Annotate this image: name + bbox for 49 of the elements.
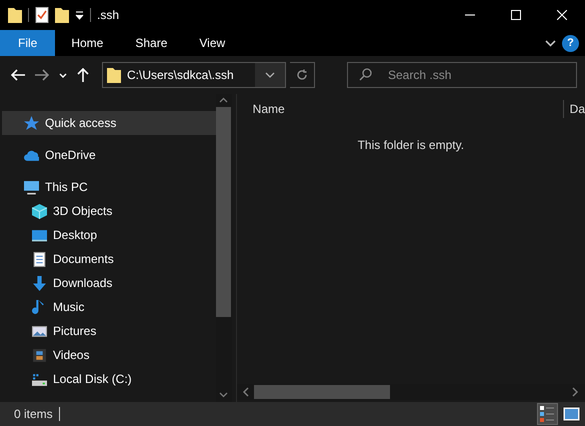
- drive-icon: [32, 372, 47, 386]
- maximize-icon: [511, 10, 521, 20]
- address-path: C:\Users\sdkca\.ssh: [127, 67, 234, 84]
- empty-folder-message: This folder is empty.: [356, 137, 466, 154]
- column-header[interactable]: Da: [562, 100, 585, 118]
- ribbon-tab[interactable]: Share: [119, 30, 184, 56]
- column-header[interactable]: Name: [236, 100, 563, 118]
- item-count: 0 items: [14, 406, 53, 423]
- navigation-item[interactable]: Desktop: [2, 223, 216, 247]
- refresh-icon: [296, 69, 308, 81]
- navigation-item[interactable]: Downloads: [2, 271, 216, 295]
- chevron-icon: [264, 72, 275, 78]
- refresh-button[interactable]: [290, 62, 315, 88]
- back-button[interactable]: [8, 69, 28, 81]
- picture-icon: [32, 324, 47, 338]
- properties-icon[interactable]: [35, 7, 49, 23]
- ribbon-tab[interactable]: View: [183, 30, 242, 56]
- ribbon-tab[interactable]: File: [0, 30, 56, 56]
- folder-icon: [107, 67, 121, 83]
- navigation-item[interactable]: Videos: [2, 343, 216, 367]
- dropdown-icon[interactable]: [75, 10, 84, 20]
- window-title: .ssh: [97, 7, 120, 24]
- new-folder-icon[interactable]: [55, 7, 69, 23]
- details-view-button[interactable]: [537, 403, 558, 425]
- film-icon: [32, 348, 47, 362]
- close-icon: [557, 10, 567, 20]
- navigation-item[interactable]: Music: [2, 295, 216, 319]
- down-arrow-icon: [32, 276, 47, 290]
- navigation-item[interactable]: Documents: [2, 247, 216, 271]
- chevron-icon[interactable]: [545, 40, 556, 46]
- navigation-item[interactable]: Quick access: [2, 111, 216, 135]
- search-field[interactable]: Search .ssh: [347, 62, 577, 88]
- scroll-up-icon[interactable]: [219, 97, 228, 103]
- navigation-item[interactable]: Local Disk (C:): [2, 367, 216, 391]
- cube-icon: [32, 204, 47, 218]
- navigation-item[interactable]: Pictures: [2, 319, 216, 343]
- scroll-down-icon[interactable]: [219, 392, 228, 398]
- help-button[interactable]: ?: [562, 34, 579, 52]
- address-field[interactable]: C:\Users\sdkca\.ssh: [102, 62, 286, 88]
- navigation-item[interactable]: OneDrive: [2, 143, 216, 167]
- monitor-icon: [24, 180, 39, 194]
- star-icon: [24, 116, 39, 130]
- ribbon-tab[interactable]: Home: [55, 30, 120, 56]
- navigation-item[interactable]: 3D Objects: [2, 199, 216, 223]
- document-icon: [32, 252, 47, 266]
- folder-icon: [8, 7, 22, 23]
- forward-button[interactable]: [32, 69, 52, 81]
- monitor-icon: [32, 228, 47, 242]
- navigation-item[interactable]: This PC: [2, 175, 216, 199]
